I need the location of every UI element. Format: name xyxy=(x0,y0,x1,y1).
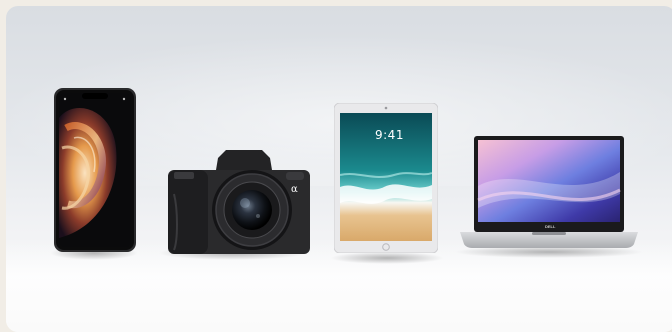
laptop-illustration xyxy=(460,136,638,248)
phone-illustration xyxy=(54,88,136,252)
tablet-clock: 9:41 xyxy=(375,128,404,142)
camera-alpha-mark: α xyxy=(291,184,298,195)
product-lineup-photo: α 9:41 DELL xyxy=(6,6,672,332)
laptop-logo: DELL xyxy=(545,224,556,229)
camera-device: α xyxy=(166,150,312,254)
laptop-device: DELL xyxy=(458,134,640,252)
phone-device xyxy=(54,88,136,252)
tablet-illustration xyxy=(333,102,439,254)
camera-illustration xyxy=(168,150,310,254)
tablet-shadow xyxy=(330,252,444,264)
tablet-device: 9:41 xyxy=(333,102,439,254)
